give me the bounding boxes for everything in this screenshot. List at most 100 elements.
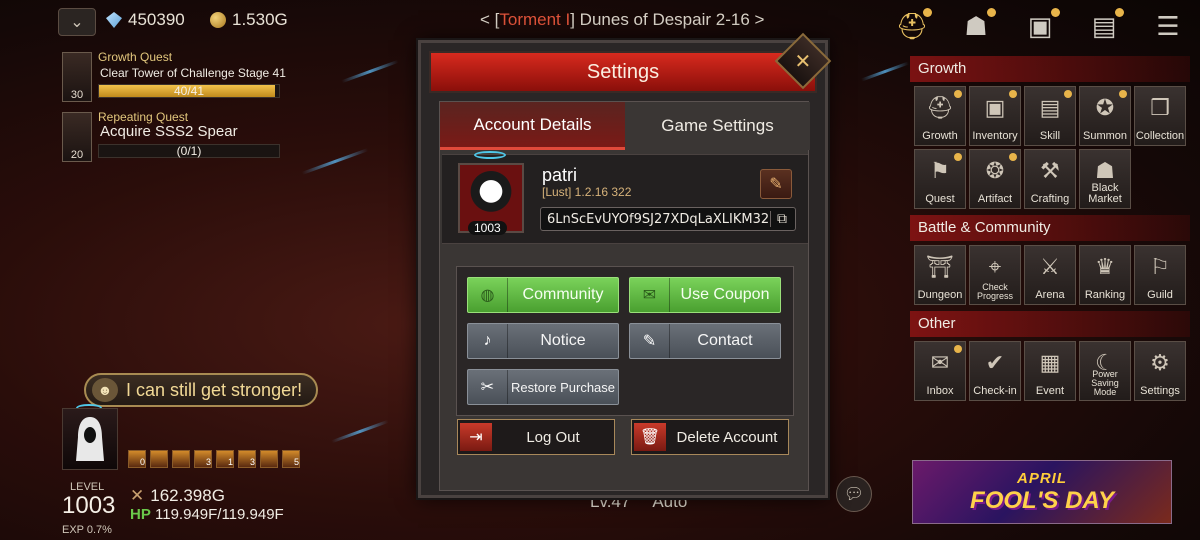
menu-collection[interactable]: ❒ Collection xyxy=(1134,86,1186,146)
hp-display: HP 119.949F/119.949F xyxy=(130,506,284,523)
menu-label: Growth xyxy=(922,130,958,142)
notice-button[interactable]: ♪ Notice xyxy=(467,323,619,359)
growth-quest[interactable]: 30 Growth Quest Clear Tower of Challenge… xyxy=(60,50,286,104)
menu-settings[interactable]: ⚙ Settings xyxy=(1134,341,1186,401)
community-button[interactable]: ◍ Community xyxy=(467,277,619,313)
menu-label: Summon xyxy=(1082,130,1128,142)
merchant-icon: ☗ xyxy=(1095,158,1115,183)
chest-icon: ▣ xyxy=(984,95,1006,120)
button-label: Restore Purchase xyxy=(510,379,616,395)
skill-slot[interactable]: 3 xyxy=(238,450,256,468)
menu-label: Dungeon xyxy=(917,289,963,301)
tab-game-settings[interactable]: Game Settings xyxy=(625,102,810,150)
quest-progress-text: 40/41 xyxy=(173,84,205,98)
delete-account-button[interactable]: 🗑︎ Delete Account xyxy=(631,419,789,455)
warrior-face-icon: ☻ xyxy=(92,378,118,402)
button-label: Delete Account xyxy=(676,428,778,446)
repeating-quest[interactable]: 20 Repeating Quest Acquire SSS2 Spear (0… xyxy=(60,110,282,164)
skill-slot[interactable]: 5 xyxy=(282,450,300,468)
boss-helmet-button[interactable]: ⛑ xyxy=(890,6,934,46)
player-server-info: [Lust] 1.2.16 322 xyxy=(542,185,632,199)
avatar-level: 1003 xyxy=(468,221,507,235)
menu-growth[interactable]: ⛑ Growth xyxy=(914,86,966,146)
codex-button[interactable]: ▤ xyxy=(1082,6,1126,46)
side-menu: Growth ⛑ Growth ▣ Inventory ▤ Skill ✪ Summon… xyxy=(910,56,1190,407)
skill-slot[interactable] xyxy=(150,450,168,468)
battle-grid: ⛩ Dungeon ⌖ Check Progress ⚔ Arena ♛ Ranking… xyxy=(910,245,1190,305)
gold-amount: 1.530G xyxy=(232,10,288,29)
profile-card: 1003 patri [Lust] 1.2.16 322 ✎ 6LnScEvUY… xyxy=(442,151,808,244)
settings-dialog: Settings ✕ Account Details Game Settings… xyxy=(418,32,832,498)
quest-type: Repeating Quest xyxy=(98,110,189,124)
character-speech-bubble: ☻ I can still get stronger! xyxy=(84,373,319,407)
menu-label: Inventory xyxy=(972,130,1018,142)
quest-desc: Acquire SSS2 Spear xyxy=(100,123,238,140)
menu-skill[interactable]: ▤ Skill xyxy=(1024,86,1076,146)
menu-dungeon[interactable]: ⛩ Dungeon xyxy=(914,245,966,305)
menu-event[interactable]: ▦ Event xyxy=(1024,341,1076,401)
main-menu-button[interactable]: ☰ xyxy=(1146,6,1190,46)
menu-label: Guild xyxy=(1147,289,1173,301)
crossed-swords-icon: ⚔ xyxy=(1040,254,1060,279)
section-other: Other xyxy=(910,311,1190,337)
stage-title[interactable]: < [Torment I] Dunes of Despair 2-16 > xyxy=(480,10,764,30)
menu-check-progress[interactable]: ⌖ Check Progress xyxy=(969,245,1021,305)
open-book-icon: ❒ xyxy=(1150,95,1170,120)
trash-icon: 🗑︎ xyxy=(634,423,666,451)
menu-inbox[interactable]: ✉ Inbox xyxy=(914,341,966,401)
menu-arena[interactable]: ⚔ Arena xyxy=(1024,245,1076,305)
quest-type: Growth Quest xyxy=(98,50,173,64)
menu-guild[interactable]: ⚐ Guild xyxy=(1134,245,1186,305)
skill-slot[interactable] xyxy=(172,450,190,468)
restore-purchase-button[interactable]: ✂ Restore Purchase xyxy=(467,369,619,405)
menu-ranking[interactable]: ♛ Ranking xyxy=(1079,245,1131,305)
copy-icon[interactable]: ⧉ xyxy=(770,211,787,227)
notification-dot xyxy=(1119,90,1127,98)
checkmark-icon: ✔ xyxy=(985,350,1005,375)
skill-slot[interactable]: 0 xyxy=(128,450,146,468)
menu-power-saving[interactable]: ☾ Power Saving Mode xyxy=(1079,341,1131,401)
skill-slot[interactable]: 1 xyxy=(216,450,234,468)
notification-dot xyxy=(1115,8,1124,17)
menu-black-market[interactable]: ☗ Black Market xyxy=(1079,149,1131,209)
menu-quest[interactable]: ⚑ Quest xyxy=(914,149,966,209)
hamburger-icon: ☰ xyxy=(1156,10,1180,41)
collapse-menu-button[interactable]: ⌄ xyxy=(58,8,96,36)
anvil-icon: ⚒ xyxy=(1040,158,1060,183)
menu-label: Skill xyxy=(1039,130,1061,142)
gate-icon: ⛩ xyxy=(926,254,954,279)
character-button[interactable]: ☗ xyxy=(954,6,998,46)
menu-label: Collection xyxy=(1135,130,1185,142)
halo-icon xyxy=(474,151,506,159)
skill-count: 3 xyxy=(249,457,255,467)
menu-check-in[interactable]: ✔ Check-in xyxy=(969,341,1021,401)
menu-label: Inbox xyxy=(926,385,954,397)
event-banner[interactable]: APRIL FOOL'S DAY xyxy=(912,460,1172,524)
menu-label: Check-in xyxy=(973,385,1017,397)
inventory-button[interactable]: ▣ xyxy=(1018,6,1062,46)
crossed-swords-icon: ✕ xyxy=(130,486,145,505)
artifact-icon: ❂ xyxy=(985,158,1005,183)
quest-portrait: 30 xyxy=(62,52,92,102)
menu-inventory[interactable]: ▣ Inventory xyxy=(969,86,1021,146)
player-name: patri xyxy=(542,165,578,185)
quest-progress-bar: (0/1) xyxy=(98,144,280,158)
contact-button[interactable]: ✎ Contact xyxy=(629,323,781,359)
use-coupon-button[interactable]: ✉ Use Coupon xyxy=(629,277,781,313)
section-growth: Growth xyxy=(910,56,1190,82)
chest-icon: ▣ xyxy=(1027,10,1053,41)
edit-name-button[interactable]: ✎ xyxy=(760,169,792,199)
character-portrait[interactable] xyxy=(62,408,118,470)
button-label: Contact xyxy=(697,332,753,349)
tab-account-details[interactable]: Account Details xyxy=(440,102,625,150)
menu-crafting[interactable]: ⚒ Crafting xyxy=(1024,149,1076,209)
menu-artifact[interactable]: ❂ Artifact xyxy=(969,149,1021,209)
chat-button[interactable]: 💬︎ xyxy=(836,476,872,512)
skill-slot[interactable]: 3 xyxy=(194,450,212,468)
skill-count: 3 xyxy=(205,457,211,467)
menu-summon[interactable]: ✪ Summon xyxy=(1079,86,1131,146)
skill-slot[interactable] xyxy=(260,450,278,468)
gem-icon xyxy=(106,12,122,28)
log-out-button[interactable]: ⇥ Log Out xyxy=(457,419,615,455)
calendar-icon: ▦ xyxy=(1039,350,1061,375)
